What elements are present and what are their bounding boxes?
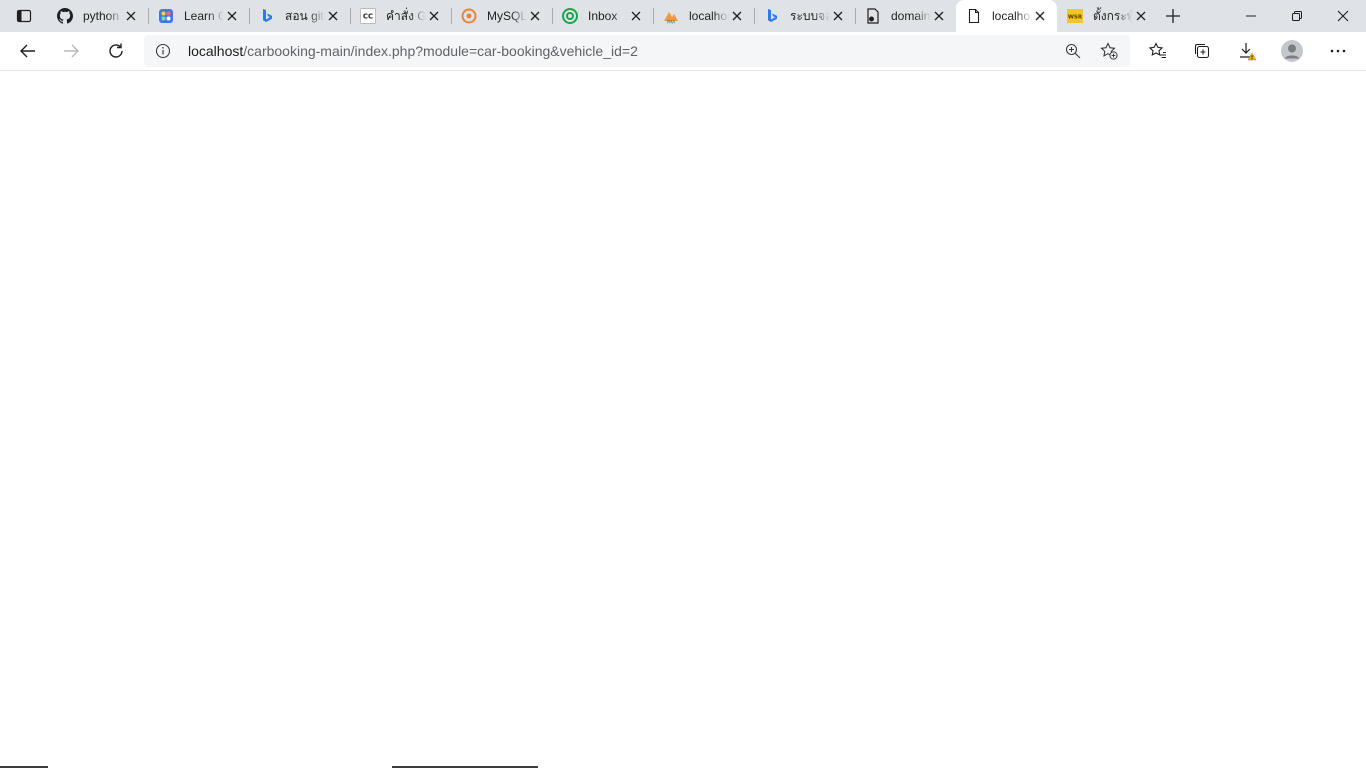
star-add-icon — [1100, 42, 1118, 60]
zoom-in-icon — [1065, 43, 1081, 59]
browser-toolbar: localhost/carbooking-main/index.php?modu… — [0, 32, 1366, 71]
minimize-icon — [1246, 15, 1256, 17]
tab-title: Inbox — [588, 9, 618, 23]
refresh-button[interactable] — [100, 36, 132, 66]
tab-separator — [451, 8, 452, 24]
page-content — [0, 71, 1366, 768]
tab-title: MySQL — [487, 9, 527, 23]
forward-button[interactable] — [55, 36, 87, 66]
browser-tab[interactable]: WSR ตั้งกระทู้ — [1057, 0, 1158, 32]
wsr-icon: WSR — [1067, 8, 1083, 24]
info-icon[interactable] — [154, 42, 172, 60]
downloads-button[interactable] — [1231, 36, 1263, 66]
tab-separator — [350, 8, 351, 24]
close-tab-icon[interactable] — [528, 9, 542, 23]
close-tab-icon[interactable] — [124, 9, 138, 23]
tab-title: ตั้งกระทู้ — [1093, 8, 1133, 23]
svg-text:WSR: WSR — [1068, 15, 1083, 21]
plus-icon — [1166, 9, 1180, 23]
collections-button[interactable] — [1186, 36, 1218, 66]
close-tab-icon[interactable] — [831, 9, 845, 23]
tab-separator — [754, 8, 755, 24]
close-icon — [1337, 10, 1349, 22]
download-icon — [1240, 43, 1257, 61]
tab-title: domain — [891, 9, 931, 23]
favorites-button[interactable] — [1142, 36, 1174, 66]
cc-icon: CC — [360, 8, 376, 24]
close-tab-icon[interactable] — [932, 9, 946, 23]
tab-actions-icon — [16, 9, 32, 23]
tab-actions-button[interactable] — [8, 4, 40, 28]
url-host: localhost — [188, 43, 244, 59]
restore-button[interactable] — [1274, 0, 1320, 32]
bing-icon — [259, 8, 275, 24]
tab-title: สอน git — [285, 8, 324, 23]
tab-separator — [552, 8, 553, 24]
browser-tab[interactable]: ระบบจอง — [754, 0, 855, 32]
refresh-icon — [109, 43, 123, 58]
tab-separator — [148, 8, 149, 24]
settings-more-button[interactable] — [1322, 36, 1354, 66]
new-tab-button[interactable] — [1160, 4, 1186, 28]
browser-tab[interactable]: PMA localhost — [653, 0, 754, 32]
browser-tab[interactable]: localhost — [956, 0, 1057, 32]
learn-icon — [158, 8, 174, 24]
minimize-button[interactable] — [1228, 0, 1274, 32]
tab-title: Learn Git — [184, 9, 224, 23]
add-favorite-button[interactable] — [1098, 41, 1120, 61]
page-icon — [966, 8, 982, 24]
profile-button[interactable] — [1276, 36, 1308, 66]
url-text[interactable]: localhost/carbooking-main/index.php?modu… — [188, 43, 638, 59]
url-path: /carbooking-main/index.php?module=car-bo… — [243, 43, 638, 59]
close-tab-icon[interactable] — [427, 9, 441, 23]
document-icon — [865, 8, 881, 24]
tab-title: localhost — [992, 9, 1032, 23]
close-tab-icon[interactable] — [730, 9, 744, 23]
restore-icon — [1292, 11, 1302, 21]
back-button[interactable] — [12, 36, 44, 66]
favorites-icon — [1149, 42, 1166, 59]
browser-tab[interactable]: CC คำสั่ง Git — [350, 0, 451, 32]
tab-separator — [249, 8, 250, 24]
close-tab-icon[interactable] — [225, 9, 239, 23]
close-tab-icon[interactable] — [1134, 9, 1148, 23]
avatar-icon — [1281, 40, 1303, 62]
browser-tab[interactable]: สอน git — [249, 0, 350, 32]
svg-text:CC: CC — [363, 13, 373, 21]
arrow-left-icon — [20, 44, 35, 58]
inbox-icon — [562, 8, 578, 24]
bing-icon — [764, 8, 780, 24]
close-tab-icon[interactable] — [326, 9, 340, 23]
tab-separator — [653, 8, 654, 24]
mysql-icon — [461, 8, 477, 24]
tab-title: ระบบจอง — [790, 8, 830, 23]
svg-text:PMA: PMA — [667, 20, 676, 25]
browser-tab[interactable]: Inbox — [552, 0, 653, 32]
tab-title: python — [83, 9, 120, 23]
browser-tab[interactable]: MySQL — [451, 0, 552, 32]
zoom-button[interactable] — [1062, 41, 1084, 61]
arrow-right-icon — [64, 44, 79, 58]
more-icon — [1330, 49, 1346, 53]
close-tab-icon[interactable] — [1033, 9, 1047, 23]
close-window-button[interactable] — [1320, 0, 1366, 32]
tab-strip: python Learn Git สอน git CC คำสั่ง Git MySQL I… — [0, 0, 1366, 32]
tab-separator — [855, 8, 856, 24]
address-bar[interactable]: localhost/carbooking-main/index.php?modu… — [144, 35, 1130, 67]
browser-tab[interactable]: domain — [855, 0, 956, 32]
close-tab-icon[interactable] — [629, 9, 643, 23]
github-icon — [57, 8, 73, 24]
tab-title: คำสั่ง Git — [386, 8, 426, 23]
browser-tab[interactable]: python — [47, 0, 148, 32]
browser-tab[interactable]: Learn Git — [148, 0, 249, 32]
tab-title: localhost — [689, 9, 729, 23]
collections-icon — [1194, 43, 1210, 59]
phpmyadmin-icon: PMA — [663, 8, 679, 24]
